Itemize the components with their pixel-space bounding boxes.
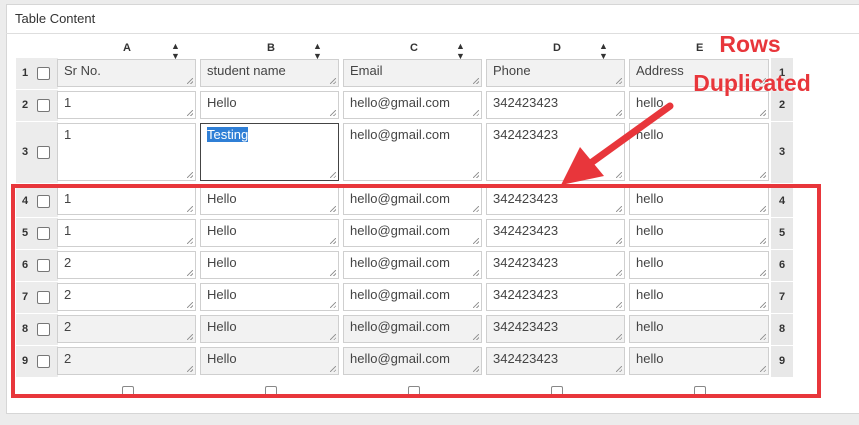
red-arrow-icon [561, 102, 674, 185]
annotation-duplicated: Duplicated [693, 70, 811, 96]
annotation-rows: Rows [719, 31, 781, 57]
